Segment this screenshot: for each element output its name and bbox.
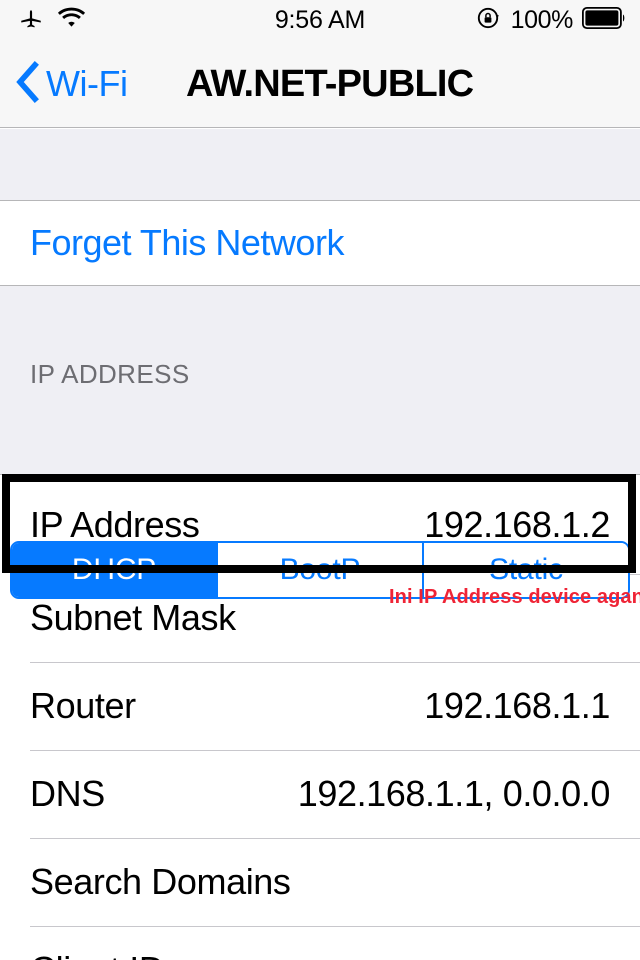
row-label: Search Domains	[30, 861, 291, 902]
row-label: DNS	[30, 773, 105, 814]
annotation-note-text: Ini IP Address device agan.	[389, 586, 640, 608]
forget-this-network-label: Forget This Network	[30, 222, 344, 263]
row-label: Client ID	[30, 949, 165, 960]
chevron-left-icon	[14, 60, 40, 109]
row-value: 192.168.1.1, 0.0.0.0	[297, 773, 611, 814]
forget-network-group: Forget This Network	[0, 200, 640, 286]
top-spacer	[0, 129, 640, 200]
segment-label: BootP	[279, 553, 361, 586]
segment-label: Static	[489, 553, 563, 586]
table-row-client-id[interactable]: Client ID	[0, 926, 640, 960]
row-label: IP Address	[30, 503, 200, 545]
segment-dhcp[interactable]: DHCP	[12, 543, 218, 597]
back-button-label: Wi-Fi	[46, 63, 128, 104]
battery-full-icon	[581, 6, 626, 34]
iphone-wifi-settings-screen: 9:56 AM 100% Wi-Fi AW.NET-PUBLIC Forget …	[0, 0, 640, 960]
table-row-search-domains[interactable]: Search Domains	[0, 838, 640, 926]
rotation-lock-icon	[476, 5, 502, 36]
ip-address-section-header: IP ADDRESS	[30, 359, 190, 389]
settings-content: Forget This Network IP ADDRESS IP Addres…	[0, 129, 640, 960]
row-value: 192.168.1.2	[424, 503, 610, 545]
row-label: Subnet Mask	[30, 597, 236, 638]
navigation-bar: Wi-Fi AW.NET-PUBLIC	[0, 40, 640, 128]
forget-this-network-button[interactable]: Forget This Network	[0, 201, 640, 285]
status-bar: 9:56 AM 100%	[0, 0, 640, 40]
segment-label: DHCP	[71, 553, 157, 586]
ip-address-section-spacer: IP ADDRESS	[0, 286, 640, 414]
status-bar-right: 100%	[476, 0, 626, 40]
battery-percent-label: 100%	[510, 5, 574, 34]
page-title: AW.NET-PUBLIC	[186, 62, 474, 105]
table-row-dns[interactable]: DNS 192.168.1.1, 0.0.0.0	[0, 750, 640, 838]
row-label: Router	[30, 685, 136, 726]
row-value: 192.168.1.1	[424, 685, 610, 726]
status-time: 9:56 AM	[274, 5, 366, 34]
back-button[interactable]: Wi-Fi	[14, 40, 128, 128]
table-row-router[interactable]: Router 192.168.1.1	[0, 662, 640, 750]
